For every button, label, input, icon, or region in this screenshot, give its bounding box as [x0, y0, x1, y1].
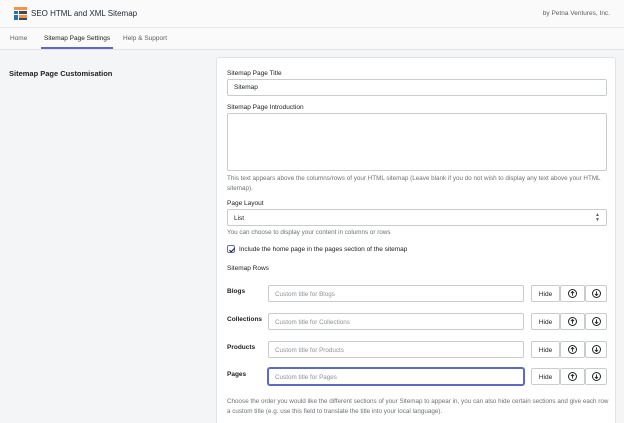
- active-tab-indicator: [41, 47, 113, 49]
- sitemap-intro-help: This text appears above the columns/rows…: [227, 175, 601, 192]
- page-layout-select[interactable]: List ▲ ▼: [227, 209, 607, 226]
- move-down-button-pages[interactable]: [585, 368, 607, 385]
- hide-button-pages[interactable]: Hide: [531, 368, 560, 385]
- app-byline: by Petna Ventures, Inc.: [542, 10, 610, 17]
- arrow-up-circle-icon: [568, 317, 577, 326]
- settings-card: Sitemap Page Title Sitemap Page Introduc…: [216, 57, 616, 423]
- sitemap-logo-icon: [14, 7, 27, 20]
- row-title-input-blogs[interactable]: Custom title for Blogs: [268, 285, 524, 302]
- sitemap-title-label: Sitemap Page Title: [227, 70, 282, 77]
- hide-button-collections[interactable]: Hide: [531, 313, 560, 330]
- arrow-up-circle-icon: [568, 372, 577, 381]
- arrow-down-circle-icon: [591, 372, 601, 381]
- section-title: Sitemap Page Customisation: [9, 69, 113, 78]
- move-down-button-collections[interactable]: [585, 313, 607, 330]
- move-up-button-blogs[interactable]: [560, 285, 585, 302]
- arrow-up-circle-icon: [568, 345, 577, 354]
- tab-home[interactable]: Home: [10, 35, 27, 42]
- move-up-button-collections[interactable]: [560, 313, 585, 330]
- row-title-input-pages[interactable]: Custom title for Pages: [268, 368, 524, 385]
- app-header: SEO HTML and XML Sitemap by Petna Ventur…: [0, 0, 624, 28]
- hide-button-blogs[interactable]: Hide: [531, 285, 560, 302]
- arrow-down-circle-icon: [591, 345, 601, 354]
- sitemap-title-input[interactable]: [227, 79, 607, 96]
- checkmark-icon: [229, 247, 235, 253]
- page-layout-help: You can choose to display your content i…: [227, 229, 391, 236]
- arrow-down-circle-icon: [591, 289, 601, 298]
- row-label-products: Products: [227, 344, 256, 351]
- move-up-button-pages[interactable]: [560, 368, 585, 385]
- row-label-blogs: Blogs: [227, 288, 246, 295]
- row-title-input-collections[interactable]: Custom title for Collections: [268, 313, 524, 330]
- move-down-button-blogs[interactable]: [585, 285, 607, 302]
- hide-button-products[interactable]: Hide: [531, 341, 560, 358]
- include-home-checkbox[interactable]: [227, 245, 235, 253]
- page-layout-label: Page Layout: [227, 200, 264, 207]
- tab-bar: Home Sitemap Page Settings Help & Suppor…: [0, 28, 624, 50]
- row-label-collections: Collections: [227, 316, 263, 323]
- app-title: SEO HTML and XML Sitemap: [31, 9, 138, 18]
- move-down-button-products[interactable]: [585, 341, 607, 358]
- move-up-button-products[interactable]: [560, 341, 585, 358]
- tab-help-support[interactable]: Help & Support: [123, 35, 167, 42]
- tab-sitemap-page-settings[interactable]: Sitemap Page Settings: [44, 35, 110, 42]
- sitemap-rows-label: Sitemap Rows: [227, 265, 269, 272]
- page-layout-value: List: [234, 214, 245, 222]
- row-label-pages: Pages: [227, 371, 247, 378]
- arrow-up-circle-icon: [568, 289, 577, 298]
- row-title-input-products[interactable]: Custom title for Products: [268, 341, 524, 358]
- sitemap-intro-textarea[interactable]: [227, 113, 607, 171]
- select-arrows-icon: ▲ ▼: [595, 212, 600, 223]
- sitemap-rows-help: Choose the order you would like the diff…: [227, 398, 609, 415]
- sitemap-intro-label: Sitemap Page Introduction: [227, 104, 304, 111]
- arrow-down-circle-icon: [591, 317, 601, 326]
- include-home-label: Include the home page in the pages secti…: [239, 246, 408, 253]
